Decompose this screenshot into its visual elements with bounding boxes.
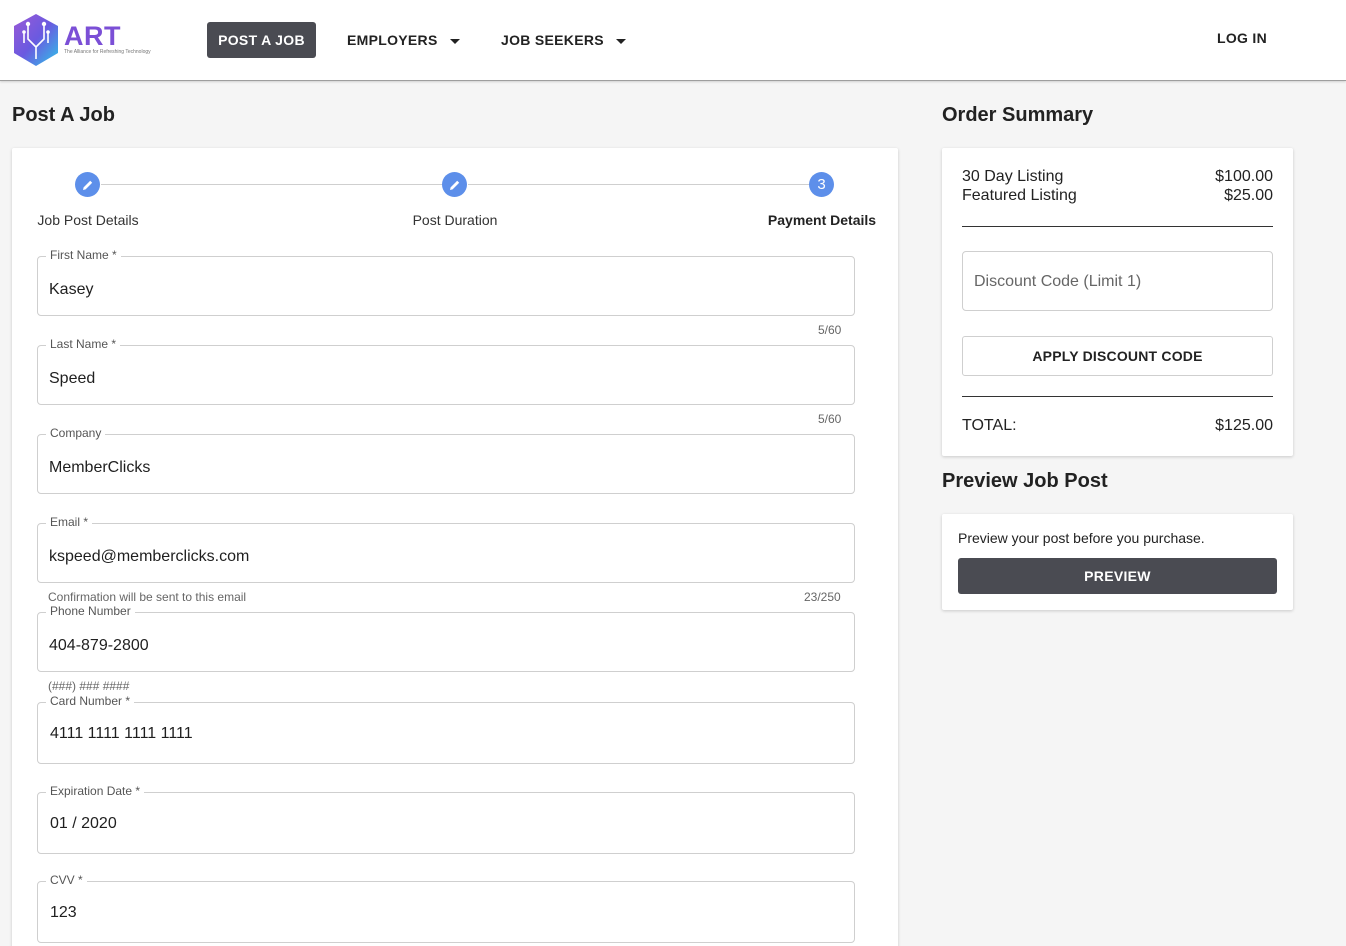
stepper-connector xyxy=(101,184,443,185)
employers-menu[interactable]: EMPLOYERS xyxy=(347,22,460,58)
phone-number-field[interactable]: Phone Number 404-879-2800 xyxy=(37,604,855,672)
step-label-job-post-details[interactable]: Job Post Details xyxy=(37,212,138,228)
expiration-date-value: 01 / 2020 xyxy=(50,815,117,832)
card-number-value: 4111 1111 1111 1111 xyxy=(50,725,193,742)
company-label: Company xyxy=(46,426,106,440)
total-label: TOTAL: xyxy=(962,417,1017,434)
line-item-name: 30 Day Listing xyxy=(962,168,1064,185)
card-number-label: Card Number * xyxy=(46,694,135,708)
hexagon-logo-icon xyxy=(14,14,58,66)
apply-discount-button[interactable]: APPLY DISCOUNT CODE xyxy=(962,336,1273,376)
phone-format-hint: (###) ### #### xyxy=(48,679,130,693)
email-value: kspeed@memberclicks.com xyxy=(49,548,250,565)
line-item-price: $100.00 xyxy=(1215,168,1273,185)
total-row: TOTAL: $125.00 xyxy=(962,417,1273,435)
cvv-field[interactable]: CVV * 123 xyxy=(37,873,855,943)
order-summary-title: Order Summary xyxy=(942,104,1094,126)
expiration-date-label: Expiration Date * xyxy=(46,784,145,798)
caret-down-icon xyxy=(615,38,626,44)
first-name-label: First Name * xyxy=(46,248,121,262)
email-field[interactable]: Email * kspeed@memberclicks.com xyxy=(37,515,855,583)
email-label: Email * xyxy=(46,515,93,529)
last-name-label: Last Name * xyxy=(46,337,121,351)
step-1-edit-button[interactable] xyxy=(75,172,100,197)
caret-down-icon xyxy=(449,38,460,44)
expiration-date-field[interactable]: Expiration Date * 01 / 2020 xyxy=(37,784,855,854)
step-label-post-duration[interactable]: Post Duration xyxy=(413,212,498,228)
phone-number-label: Phone Number xyxy=(46,604,135,618)
job-seekers-label: JOB SEEKERS xyxy=(501,32,604,48)
summary-divider xyxy=(962,396,1273,397)
summary-divider xyxy=(962,226,1273,227)
post-a-job-button[interactable]: POST A JOB xyxy=(207,22,316,58)
email-hint: Confirmation will be sent to this email xyxy=(48,590,247,604)
line-item-name: Featured Listing xyxy=(962,187,1077,204)
step-label-payment-details: Payment Details xyxy=(767,212,877,228)
step-3-indicator: 3 xyxy=(809,172,834,197)
preview-title: Preview Job Post xyxy=(942,470,1108,492)
employers-label: EMPLOYERS xyxy=(347,32,438,48)
company-field[interactable]: Company MemberClicks xyxy=(37,426,855,494)
logo-wordmark: ART xyxy=(64,21,121,51)
last-name-field[interactable]: Last Name * Speed xyxy=(37,337,855,405)
discount-code-placeholder: Discount Code (Limit 1) xyxy=(974,273,1142,290)
log-in-link[interactable]: LOG IN xyxy=(1217,20,1267,56)
pencil-icon xyxy=(449,180,459,190)
top-header: ART The Alliance for Refreshing Technolo… xyxy=(0,0,1346,81)
company-value: MemberClicks xyxy=(49,459,151,476)
last-name-value: Speed xyxy=(49,370,96,387)
post-job-form-card: 3 Job Post Details Post Duration Payment… xyxy=(12,148,898,946)
line-item-price: $25.00 xyxy=(1224,187,1273,204)
line-item: Featured Listing $25.00 xyxy=(962,187,1273,205)
preview-description: Preview your post before you purchase. xyxy=(958,530,1205,546)
page-title: Post A Job xyxy=(12,104,115,126)
stepper-connector xyxy=(468,184,810,185)
step-2-edit-button[interactable] xyxy=(442,172,467,197)
cvv-value: 123 xyxy=(50,904,77,921)
logo-tagline: The Alliance for Refreshing Technology xyxy=(64,49,151,55)
pencil-icon xyxy=(82,180,92,190)
total-value: $125.00 xyxy=(1215,417,1273,434)
job-seekers-menu[interactable]: JOB SEEKERS xyxy=(501,22,626,58)
card-number-field[interactable]: Card Number * 4111 1111 1111 1111 xyxy=(37,694,855,764)
line-item: 30 Day Listing $100.00 xyxy=(962,168,1273,186)
first-name-counter: 5/60 xyxy=(818,323,842,337)
preview-card: Preview your post before you purchase. P… xyxy=(942,514,1293,610)
phone-number-value: 404-879-2800 xyxy=(49,637,149,654)
order-summary-card: 30 Day Listing $100.00 Featured Listing … xyxy=(942,148,1293,456)
preview-button[interactable]: PREVIEW xyxy=(958,558,1277,594)
cvv-label: CVV * xyxy=(46,873,87,887)
email-counter: 23/250 xyxy=(804,590,841,604)
first-name-field[interactable]: First Name * Kasey xyxy=(37,248,855,316)
discount-code-input[interactable]: Discount Code (Limit 1) xyxy=(962,251,1273,311)
art-logo[interactable]: ART The Alliance for Refreshing Technolo… xyxy=(12,13,172,67)
first-name-value: Kasey xyxy=(49,281,94,298)
last-name-counter: 5/60 xyxy=(818,412,842,426)
